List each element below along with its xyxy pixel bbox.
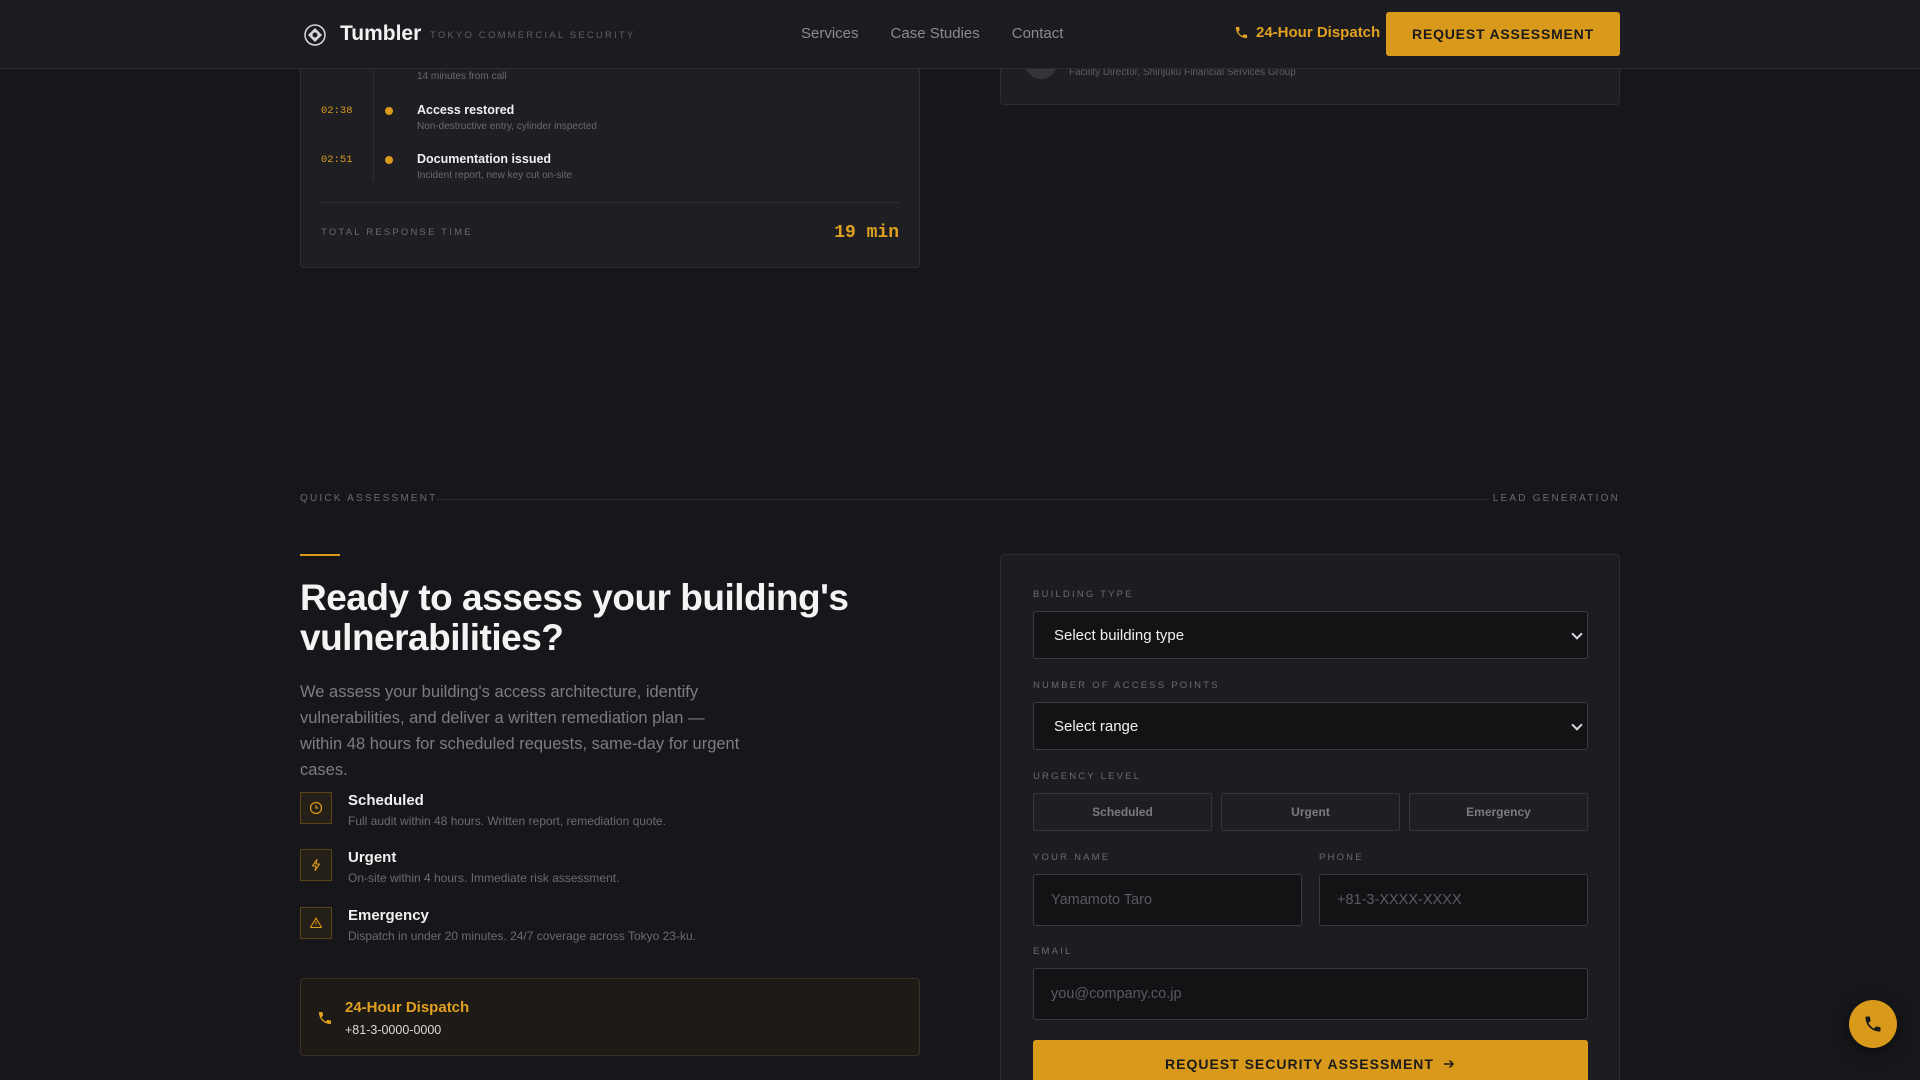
arrow-right-icon <box>1443 1059 1455 1069</box>
submit-label: REQUEST SECURITY ASSESSMENT <box>1165 1056 1434 1072</box>
top-navbar: Tumbler TOKYO COMMERCIAL SECURITY Servic… <box>0 0 1920 69</box>
brand-name[interactable]: Tumbler <box>340 22 421 46</box>
clock-icon <box>300 792 332 824</box>
dispatch-phone-number[interactable]: +81-3-0000-0000 <box>345 1023 441 1037</box>
phone-icon <box>1235 26 1248 39</box>
total-response-value: 19 min <box>834 223 899 243</box>
tier-scheduled: Scheduled Full audit within 48 hours. Wr… <box>300 792 920 836</box>
nav-link-services[interactable]: Services <box>801 25 859 42</box>
section-lead: We assess your building's access archite… <box>300 683 740 779</box>
timeline-event-title: Documentation issued <box>417 152 552 166</box>
logo-icon[interactable] <box>304 24 326 46</box>
phone-input[interactable] <box>1319 874 1588 926</box>
name-input[interactable] <box>1033 874 1302 926</box>
tier-urgent: Urgent On-site within 4 hours. Immediate… <box>300 849 920 893</box>
email-input[interactable] <box>1033 968 1588 1020</box>
accent-bar <box>300 554 340 556</box>
tier-desc: Dispatch in under 20 minutes. 24/7 cover… <box>348 929 696 943</box>
timeline-event-time: 02:51 <box>321 154 353 166</box>
tier-emergency: Emergency Dispatch in under 20 minutes. … <box>300 907 920 951</box>
timeline-event-desc: Incident report, new key cut on-site <box>417 170 573 181</box>
tier-name: Scheduled <box>348 792 424 809</box>
total-response-label: TOTAL RESPONSE TIME <box>321 227 473 238</box>
nav-link-case-studies[interactable]: Case Studies <box>891 25 980 42</box>
urgency-option-scheduled[interactable]: Scheduled <box>1033 793 1212 831</box>
timeline-dot <box>385 107 393 115</box>
name-label: YOUR NAME <box>1033 852 1111 863</box>
nav-dispatch-label: 24-Hour Dispatch <box>1256 24 1381 41</box>
urgency-option-emergency[interactable]: Emergency <box>1409 793 1588 831</box>
request-assessment-button[interactable]: REQUEST ASSESSMENT <box>1386 12 1620 56</box>
brand-tagline: TOKYO COMMERCIAL SECURITY <box>430 30 636 41</box>
section-headline: Ready to assess your building's vulnerab… <box>300 577 849 658</box>
section-label-right: LEAD GENERATION <box>1492 493 1620 504</box>
response-timeline-card: 14 minutes from call 02:38 Access restor… <box>300 40 920 268</box>
dispatch-callout[interactable]: 24-Hour Dispatch +81-3-0000-0000 <box>300 978 920 1056</box>
building-type-select[interactable]: Select building type <box>1033 611 1588 659</box>
section-label-left: QUICK ASSESSMENT <box>300 493 438 504</box>
phone-label: PHONE <box>1319 852 1364 863</box>
nav-dispatch-link[interactable]: 24-Hour Dispatch <box>1234 24 1380 41</box>
urgency-label: URGENCY LEVEL <box>1033 771 1142 782</box>
access-points-select[interactable]: Select range <box>1033 702 1588 750</box>
tier-name: Urgent <box>348 849 397 866</box>
timeline-divider <box>321 202 899 203</box>
lightning-icon <box>300 849 332 881</box>
timeline-event-desc: Non-destructive entry, cylinder inspecte… <box>417 121 597 132</box>
email-label: EMAIL <box>1033 946 1073 957</box>
nav-link-contact[interactable]: Contact <box>1012 25 1064 42</box>
phone-icon <box>1865 1016 1881 1032</box>
timeline-event-title: Access restored <box>417 103 515 117</box>
timeline-event-time: 02:38 <box>321 105 353 117</box>
urgency-option-urgent[interactable]: Urgent <box>1221 793 1400 831</box>
building-type-label: BUILDING TYPE <box>1033 589 1134 600</box>
tier-desc: Full audit within 48 hours. Written repo… <box>348 814 666 828</box>
phone-icon <box>319 1012 331 1024</box>
section-divider <box>436 499 1489 500</box>
tier-name: Emergency <box>348 907 429 924</box>
warning-icon <box>300 907 332 939</box>
timeline-dot <box>385 156 393 164</box>
tier-desc: On-site within 4 hours. Immediate risk a… <box>348 871 620 885</box>
dispatch-title: 24-Hour Dispatch <box>345 999 470 1016</box>
timeline-previous-desc: 14 minutes from call <box>417 71 507 82</box>
access-points-label: NUMBER OF ACCESS POINTS <box>1033 680 1220 691</box>
nav-links: Services Case Studies Contact <box>801 25 1063 42</box>
assessment-form: BUILDING TYPE Select building type NUMBE… <box>1000 554 1620 1080</box>
floating-call-button[interactable] <box>1849 1000 1897 1048</box>
submit-assessment-button[interactable]: REQUEST SECURITY ASSESSMENT <box>1033 1040 1588 1080</box>
